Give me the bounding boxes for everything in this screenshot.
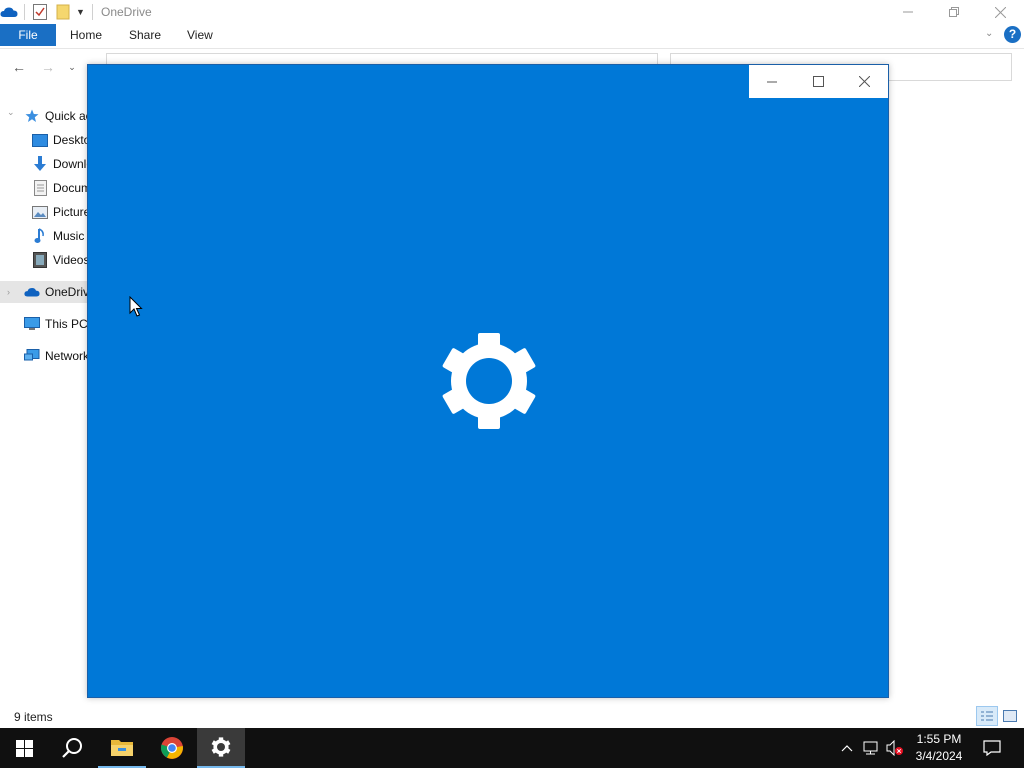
picture-icon (32, 204, 48, 220)
nav-network[interactable]: Network (24, 345, 89, 367)
large-icons-view-button[interactable] (999, 706, 1021, 726)
settings-window-controls (749, 65, 888, 98)
search-button[interactable] (48, 728, 96, 768)
chevron-up-icon (841, 745, 853, 752)
settings-icon (211, 737, 231, 757)
start-icon (15, 739, 33, 757)
volume-muted-icon (886, 740, 903, 756)
clock-date: 3/4/2024 (915, 749, 963, 763)
star-icon (24, 108, 40, 124)
settings-splash-window (87, 64, 889, 698)
new-folder-icon[interactable] (56, 4, 70, 20)
chrome-icon (160, 737, 183, 759)
window-title: OneDrive (101, 5, 152, 19)
document-icon (32, 180, 48, 196)
volume-button[interactable] (884, 728, 906, 768)
search-icon (62, 738, 82, 758)
desktop-icon (32, 132, 48, 148)
file-explorer-icon (111, 740, 133, 756)
nav-videos[interactable]: Videos (32, 249, 89, 271)
notification-icon (983, 740, 1001, 756)
explorer-titlebar: ▼ OneDrive (0, 0, 1024, 24)
restore-icon (949, 7, 959, 17)
back-arrow-icon[interactable]: ← (11, 59, 27, 75)
item-count: 9 items (14, 710, 53, 724)
expand-chevron-icon[interactable]: ⌄ (7, 107, 15, 118)
forward-arrow-icon[interactable]: → (40, 59, 56, 75)
action-center-button[interactable] (978, 728, 1006, 768)
minimize-button[interactable] (885, 0, 931, 24)
details-view-icon (981, 711, 993, 721)
desktop-screen: ▼ OneDrive File Home Share View ⌄ ? ← → … (0, 0, 1024, 768)
ribbon-tabs: File Home Share View ⌄ ? (0, 24, 1024, 46)
start-button[interactable] (0, 728, 48, 768)
tab-home[interactable]: Home (70, 28, 102, 42)
settings-taskbar-button[interactable] (197, 728, 245, 768)
settings-minimize-button[interactable] (749, 65, 795, 98)
computer-icon (24, 316, 40, 332)
show-hidden-icons-button[interactable] (838, 728, 856, 768)
help-icon[interactable]: ? (1004, 26, 1021, 43)
network-status-icon (863, 741, 878, 755)
tab-file[interactable]: File (0, 24, 56, 46)
expand-ribbon-icon[interactable]: ⌄ (985, 28, 993, 39)
minimize-icon (767, 81, 777, 82)
clock-time: 1:55 PM (916, 732, 962, 746)
recent-locations-icon[interactable]: ⌄ (64, 59, 80, 75)
close-icon (994, 6, 1006, 18)
music-icon (32, 228, 48, 244)
nav-this-pc[interactable]: This PC (24, 313, 88, 335)
maximize-icon (812, 76, 824, 87)
taskbar: 1:55 PM 3/4/2024 (0, 728, 1024, 768)
restore-button[interactable] (931, 0, 977, 24)
settings-maximize-button[interactable] (795, 65, 841, 98)
taskbar-clock[interactable]: 1:55 PM 3/4/2024 (906, 731, 972, 765)
details-view-button[interactable] (976, 706, 998, 726)
properties-icon[interactable] (33, 4, 47, 20)
tab-view[interactable]: View (187, 28, 213, 42)
network-status-button[interactable] (860, 728, 882, 768)
close-button[interactable] (977, 0, 1023, 24)
large-icons-view-icon (1003, 710, 1017, 722)
download-icon (32, 156, 48, 172)
video-icon (32, 252, 48, 268)
customize-qat-icon[interactable]: ▼ (76, 4, 85, 20)
gear-icon (442, 333, 536, 429)
minimize-icon (903, 11, 913, 13)
settings-close-button[interactable] (841, 65, 887, 98)
status-bar: 9 items (0, 706, 1024, 728)
close-icon (858, 76, 870, 87)
tab-share[interactable]: Share (129, 28, 161, 42)
onedrive-icon (24, 284, 40, 300)
network-icon (24, 348, 40, 364)
onedrive-cloud-icon (0, 4, 18, 20)
nav-music[interactable]: Music (32, 225, 84, 247)
chrome-taskbar-button[interactable] (148, 728, 196, 768)
mouse-cursor-icon (129, 296, 143, 317)
file-explorer-taskbar-button[interactable] (98, 728, 146, 768)
